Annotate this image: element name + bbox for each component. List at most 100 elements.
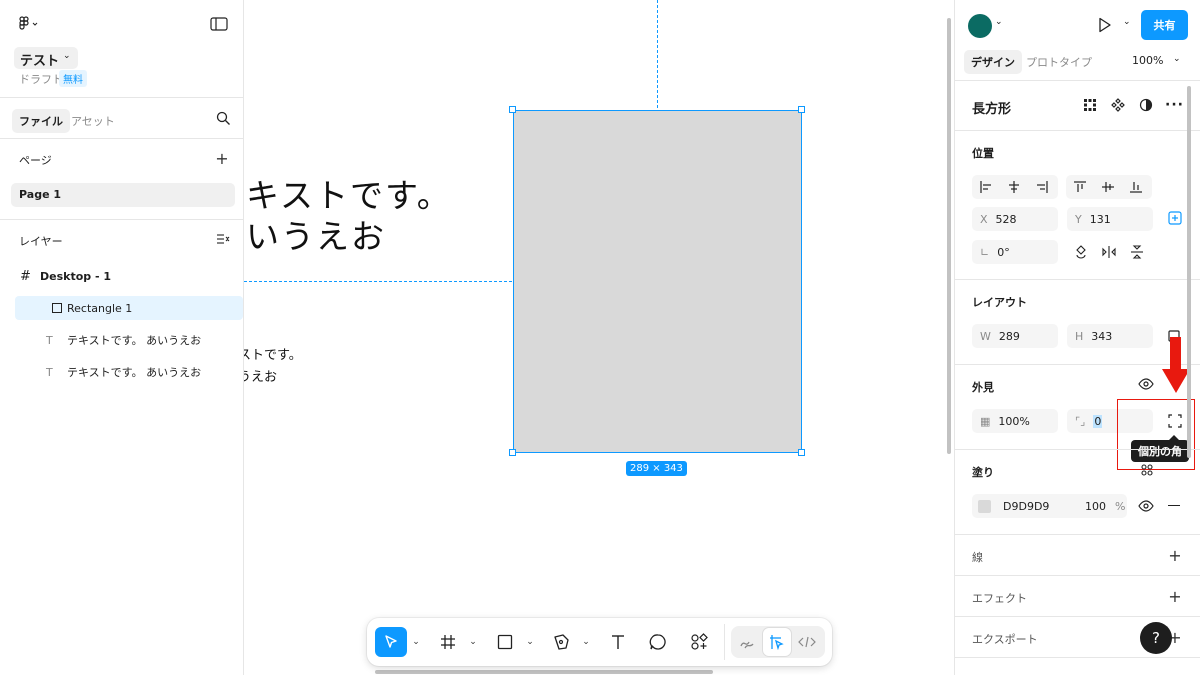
- move-tool-icon[interactable]: [375, 627, 407, 657]
- chevron-down-icon[interactable]: ⌄: [1123, 17, 1131, 27]
- y-label: Y: [1075, 212, 1082, 226]
- y-value: 131: [1089, 212, 1111, 226]
- tab-file[interactable]: ファイル: [12, 109, 70, 133]
- position-label: 位置: [972, 147, 994, 160]
- design-mode-icon[interactable]: [763, 628, 791, 656]
- layer-text[interactable]: T テキストです。 あいうえお: [15, 362, 243, 382]
- vertical-scrollbar[interactable]: [947, 18, 951, 454]
- page-item[interactable]: Page 1: [11, 183, 235, 207]
- mode-switcher: [731, 626, 825, 658]
- constraints-icon[interactable]: [1168, 211, 1182, 225]
- horizontal-scrollbar[interactable]: [375, 670, 713, 674]
- resize-handle[interactable]: [798, 106, 805, 113]
- rotation-icon: ∟: [980, 245, 990, 259]
- play-icon[interactable]: [1098, 17, 1112, 33]
- chevron-down-icon[interactable]: ⌄: [468, 630, 478, 654]
- zoom-level[interactable]: 100%: [1132, 54, 1163, 67]
- horizontal-align-group: [972, 175, 1058, 199]
- layer-text[interactable]: T テキストです。 あいうえお: [15, 330, 243, 350]
- add-page-icon[interactable]: +: [214, 149, 230, 168]
- layer-name: テキストです。 あいうえお: [67, 334, 202, 347]
- frame-tool-icon[interactable]: [432, 627, 464, 657]
- eye-icon[interactable]: [1138, 378, 1154, 390]
- fill-field[interactable]: D9D9D9 100 %: [972, 494, 1127, 518]
- file-name-button[interactable]: テスト ⌄: [14, 47, 78, 69]
- x-value: 528: [995, 212, 1017, 226]
- canvas-big-text[interactable]: キストです。 いうえお: [246, 175, 452, 257]
- align-center-h-icon[interactable]: [1000, 175, 1028, 199]
- fill-opacity: 100: [1085, 499, 1106, 513]
- rotation-field[interactable]: ∟ 0°: [972, 240, 1058, 264]
- opacity-field[interactable]: ▦ 100%: [972, 409, 1058, 433]
- chevron-down-icon[interactable]: ⌄: [581, 630, 591, 654]
- add-stroke-icon[interactable]: +: [1167, 546, 1183, 565]
- text-line: うえお: [244, 370, 278, 385]
- resize-handle[interactable]: [509, 449, 516, 456]
- help-button[interactable]: ?: [1140, 622, 1172, 654]
- tab-assets[interactable]: アセット: [64, 109, 122, 133]
- text-icon: T: [46, 365, 53, 379]
- file-location[interactable]: ドラフト: [19, 71, 63, 87]
- align-right-icon[interactable]: [1028, 175, 1056, 199]
- vertical-align-group: [1066, 175, 1152, 199]
- layer-frame[interactable]: # Desktop - 1: [14, 266, 242, 286]
- transform-group: [1067, 240, 1153, 264]
- text-line: いうえお: [246, 217, 386, 256]
- add-effect-icon[interactable]: +: [1167, 587, 1183, 606]
- figma-menu-icon[interactable]: [18, 16, 40, 32]
- resize-handle[interactable]: [798, 449, 805, 456]
- chevron-down-icon: ⌄: [63, 51, 71, 61]
- resize-handle[interactable]: [509, 106, 516, 113]
- align-top-icon[interactable]: [1066, 175, 1094, 199]
- share-button[interactable]: 共有: [1141, 10, 1188, 40]
- w-label: W: [980, 329, 991, 343]
- x-field[interactable]: X 528: [972, 207, 1058, 231]
- rectangle-tool-icon[interactable]: [489, 627, 521, 657]
- chevron-down-icon[interactable]: ⌄: [1173, 54, 1181, 64]
- height-field[interactable]: H 343: [1067, 324, 1153, 348]
- selected-rectangle[interactable]: [513, 110, 802, 453]
- tab-design[interactable]: デザイン: [964, 50, 1022, 74]
- flip-vertical-icon[interactable]: [1123, 240, 1151, 264]
- draw-mode-icon[interactable]: [733, 628, 761, 656]
- styles-grid-icon[interactable]: [1141, 464, 1153, 476]
- dev-mode-icon[interactable]: [793, 628, 821, 656]
- text-icon: T: [46, 333, 53, 347]
- text-tool-icon[interactable]: [602, 627, 634, 657]
- align-bottom-icon[interactable]: [1122, 175, 1150, 199]
- w-value: 289: [998, 329, 1020, 343]
- page-name: Page 1: [19, 188, 62, 201]
- chevron-down-icon[interactable]: ⌄: [995, 17, 1003, 27]
- layer-rectangle[interactable]: Rectangle 1: [15, 296, 243, 320]
- pen-tool-icon[interactable]: [545, 627, 577, 657]
- text-line: ストです。: [244, 348, 302, 363]
- chevron-down-icon[interactable]: ⌄: [411, 630, 421, 654]
- avatar[interactable]: [968, 14, 992, 38]
- fill-swatch[interactable]: [978, 499, 991, 513]
- align-middle-icon[interactable]: [1094, 175, 1122, 199]
- y-field[interactable]: Y 131: [1067, 207, 1153, 231]
- chevron-down-icon[interactable]: ⌄: [525, 630, 535, 654]
- collapse-layers-icon[interactable]: [216, 233, 230, 245]
- sidebar-toggle-icon[interactable]: [210, 17, 228, 31]
- align-left-icon[interactable]: [972, 175, 1000, 199]
- canvas[interactable]: キストです。 いうえお ストです。 うえお 289 × 343: [244, 0, 954, 675]
- remove-fill-icon[interactable]: [1168, 505, 1180, 507]
- tab-prototype[interactable]: プロトタイプ: [1019, 50, 1099, 74]
- more-options-icon[interactable]: ···: [1165, 97, 1184, 113]
- actions-tool-icon[interactable]: [683, 627, 715, 657]
- search-icon[interactable]: [216, 111, 231, 126]
- rotation-value: 0°: [997, 245, 1010, 259]
- text-line: キストです。: [246, 176, 452, 215]
- create-component-icon[interactable]: [1111, 98, 1125, 112]
- selection-type[interactable]: 長方形: [972, 98, 1011, 117]
- canvas-small-text[interactable]: ストです。 うえお: [244, 345, 302, 389]
- flip-horizontal-icon[interactable]: [1095, 240, 1123, 264]
- eye-icon[interactable]: [1138, 500, 1154, 512]
- width-field[interactable]: W 289: [972, 324, 1058, 348]
- component-grid-icon[interactable]: [1083, 98, 1097, 112]
- rotate-90-icon[interactable]: [1067, 240, 1095, 264]
- comment-tool-icon[interactable]: [642, 627, 674, 657]
- mask-icon[interactable]: [1139, 98, 1153, 112]
- panel-scrollbar[interactable]: [1187, 86, 1191, 458]
